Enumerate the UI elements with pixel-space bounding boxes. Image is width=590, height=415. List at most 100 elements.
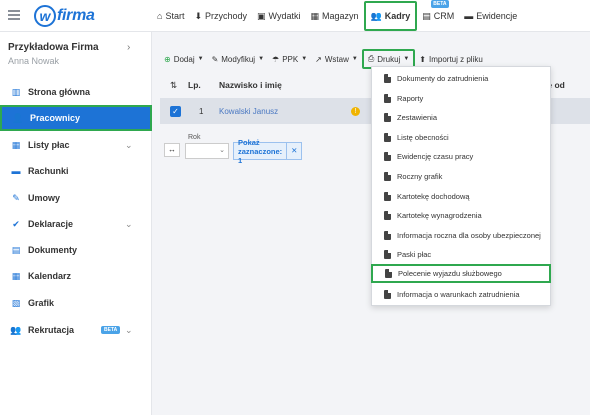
print-menu-item[interactable]: Zestawienia: [372, 108, 550, 127]
print-menu-item[interactable]: Kartotekę dochodową: [372, 187, 550, 206]
chevron-right-icon[interactable]: ›: [127, 42, 130, 53]
caret-down-icon: ▼: [301, 56, 308, 62]
warehouse-icon: ▦: [310, 10, 319, 21]
sidebar-item-strona-glowna[interactable]: ▥ Strona główna: [0, 80, 152, 104]
sidebar-item-label: Deklaracje: [28, 219, 74, 229]
document-icon: [384, 152, 391, 161]
print-menu-item[interactable]: Paski płac: [372, 245, 550, 264]
nav-label: Magazyn: [322, 11, 359, 21]
main-nav: ⌂ Start ⬇ Przychody ▣ Wydatki ▦ Magazyn …: [152, 0, 522, 32]
insert-button[interactable]: ↗ Wstaw ▼: [311, 49, 362, 69]
top-bar: w firma ⌂ Start ⬇ Przychody ▣ Wydatki ▦ …: [0, 0, 590, 32]
print-menu-item[interactable]: Informacja roczna dla osoby ubezpieczone…: [372, 226, 550, 245]
calendar-icon: ▦: [11, 270, 21, 281]
sidebar-item-grafik[interactable]: ▧ Grafik: [0, 291, 152, 315]
nav-wydatki[interactable]: ▣ Wydatki: [252, 1, 305, 31]
print-menu-item[interactable]: Informacja o warunkach zatrudnienia: [372, 285, 550, 304]
sidebar-item-label: Dokumenty: [28, 245, 78, 255]
row-lp: 1: [199, 106, 204, 116]
nav-przychody[interactable]: ⬇ Przychody: [189, 1, 252, 31]
sidebar-item-kalendarz[interactable]: ▦ Kalendarz: [0, 264, 152, 288]
sidebar-item-rekrutacja[interactable]: 👥 Rekrutacja BETA ⌄: [0, 318, 152, 342]
print-label: Drukuj: [377, 54, 401, 64]
sidebar-item-dokumenty[interactable]: ▤ Dokumenty: [0, 238, 152, 262]
nav-crm[interactable]: ▤ CRM BETA: [417, 0, 459, 31]
chevron-down-icon: ⌄: [125, 218, 133, 229]
chevron-down-icon: ⌄: [219, 147, 225, 154]
print-menu-item-label: Raporty: [397, 94, 424, 103]
sidebar-item-label: Rachunki: [28, 166, 69, 176]
logo[interactable]: w firma: [34, 4, 95, 28]
share-icon: ↗: [315, 54, 322, 64]
print-menu-item[interactable]: Raporty: [372, 89, 550, 108]
ppk-label: PPK: [282, 54, 299, 64]
nav-ewidencje[interactable]: ▬ Ewidencje: [459, 1, 522, 31]
declaration-icon: ✔: [12, 218, 20, 229]
print-dropdown-menu: Dokumenty do zatrudnienia Raporty Zestaw…: [371, 66, 551, 306]
sidebar-item-label: Listy płac: [28, 140, 70, 150]
add-button[interactable]: ⊕ Dodaj ▼: [160, 49, 208, 69]
modify-label: Modyfikuj: [221, 54, 256, 64]
show-selected-chip[interactable]: Pokaż zaznaczone: 1 ✕: [233, 138, 303, 165]
sidebar-item-label: Pracownicy: [30, 113, 81, 123]
column-name[interactable]: Nazwisko i imię: [219, 80, 282, 90]
sidebar-item-label: Rekrutacja: [28, 325, 75, 335]
nav-label: Przychody: [205, 11, 248, 21]
nav-label: Start: [165, 11, 185, 21]
warning-icon: !: [351, 106, 360, 116]
print-menu-item[interactable]: Listę obecności: [372, 128, 550, 147]
document-icon: [384, 133, 391, 142]
year-select[interactable]: ⌄: [185, 143, 229, 159]
nav-label: Wydatki: [268, 11, 301, 21]
sidebar-item-pracownicy[interactable]: 👤 Pracownicy: [0, 105, 152, 131]
crm-icon: ▤: [422, 10, 431, 21]
sidebar-item-label: Umowy: [28, 193, 61, 203]
print-menu-item-label: Informacja o warunkach zatrudnienia: [397, 290, 520, 299]
logo-text: firma: [57, 7, 95, 24]
schedule-icon: ▧: [11, 297, 21, 308]
print-menu-item-label: Informacja roczna dla osoby ubezpieczone…: [397, 231, 541, 240]
nav-start[interactable]: ⌂ Start: [152, 1, 189, 31]
sidebar-item-deklaracje[interactable]: ✔ Deklaracje ⌄: [0, 212, 152, 236]
document-icon: [384, 192, 391, 201]
modify-button[interactable]: ✎ Modyfikuj ▼: [208, 49, 268, 69]
people-icon: 👥: [370, 10, 382, 21]
beta-badge: BETA: [101, 326, 121, 334]
upload-icon: ⬆: [419, 54, 426, 64]
user-plus-icon: 👤: [12, 112, 24, 123]
sidebar-item-umowy[interactable]: ✎ Umowy: [0, 186, 152, 210]
expand-columns-icon[interactable]: ↔: [164, 143, 180, 157]
receipt-icon: ▬: [11, 166, 21, 176]
sidebar-item-listy-plac[interactable]: ▦ Listy płac ⌄: [0, 133, 152, 157]
row-checkbox[interactable]: ✓: [170, 105, 181, 117]
print-menu-item-label: Roczny grafik: [397, 172, 443, 181]
nav-kadry[interactable]: 👥 Kadry: [363, 1, 418, 31]
print-menu-item-business-trip[interactable]: Polecenie wyjazdu służbowego: [371, 264, 551, 283]
document-icon: [384, 211, 391, 220]
logo-circle: w: [34, 5, 56, 27]
nav-magazyn[interactable]: ▦ Magazyn: [305, 1, 363, 31]
hamburger-menu-icon[interactable]: [8, 10, 20, 20]
close-icon[interactable]: ✕: [286, 143, 301, 159]
sidebar-item-label: Kalendarz: [28, 271, 72, 281]
print-menu-item-label: Kartotekę wynagrodzenia: [397, 211, 482, 220]
recruitment-icon: 👥: [10, 324, 22, 335]
print-menu-item-label: Polecenie wyjazdu służbowego: [398, 269, 502, 278]
company-name[interactable]: Przykładowa Firma: [8, 42, 99, 53]
sort-icon[interactable]: ⇅: [170, 80, 177, 91]
print-menu-item[interactable]: Kartotekę wynagrodzenia: [372, 206, 550, 225]
sidebar-item-rachunki[interactable]: ▬ Rachunki: [0, 159, 152, 183]
year-label: Rok: [188, 134, 201, 141]
caret-down-icon: ▼: [351, 56, 358, 62]
print-menu-item[interactable]: Dokumenty do zatrudnienia: [372, 69, 550, 88]
caret-down-icon: ▼: [197, 56, 204, 62]
row-name[interactable]: Kowalski Janusz: [219, 107, 278, 116]
ppk-button[interactable]: ☂ PPK ▼: [268, 49, 311, 69]
print-menu-item[interactable]: Roczny grafik: [372, 167, 550, 186]
print-menu-item[interactable]: Ewidencję czasu pracy: [372, 147, 550, 166]
caret-down-icon: ▼: [258, 56, 265, 62]
home-icon: ⌂: [157, 11, 163, 21]
document-icon: [385, 269, 392, 278]
column-lp[interactable]: Lp.: [188, 80, 201, 90]
nav-label: Kadry: [384, 11, 411, 21]
